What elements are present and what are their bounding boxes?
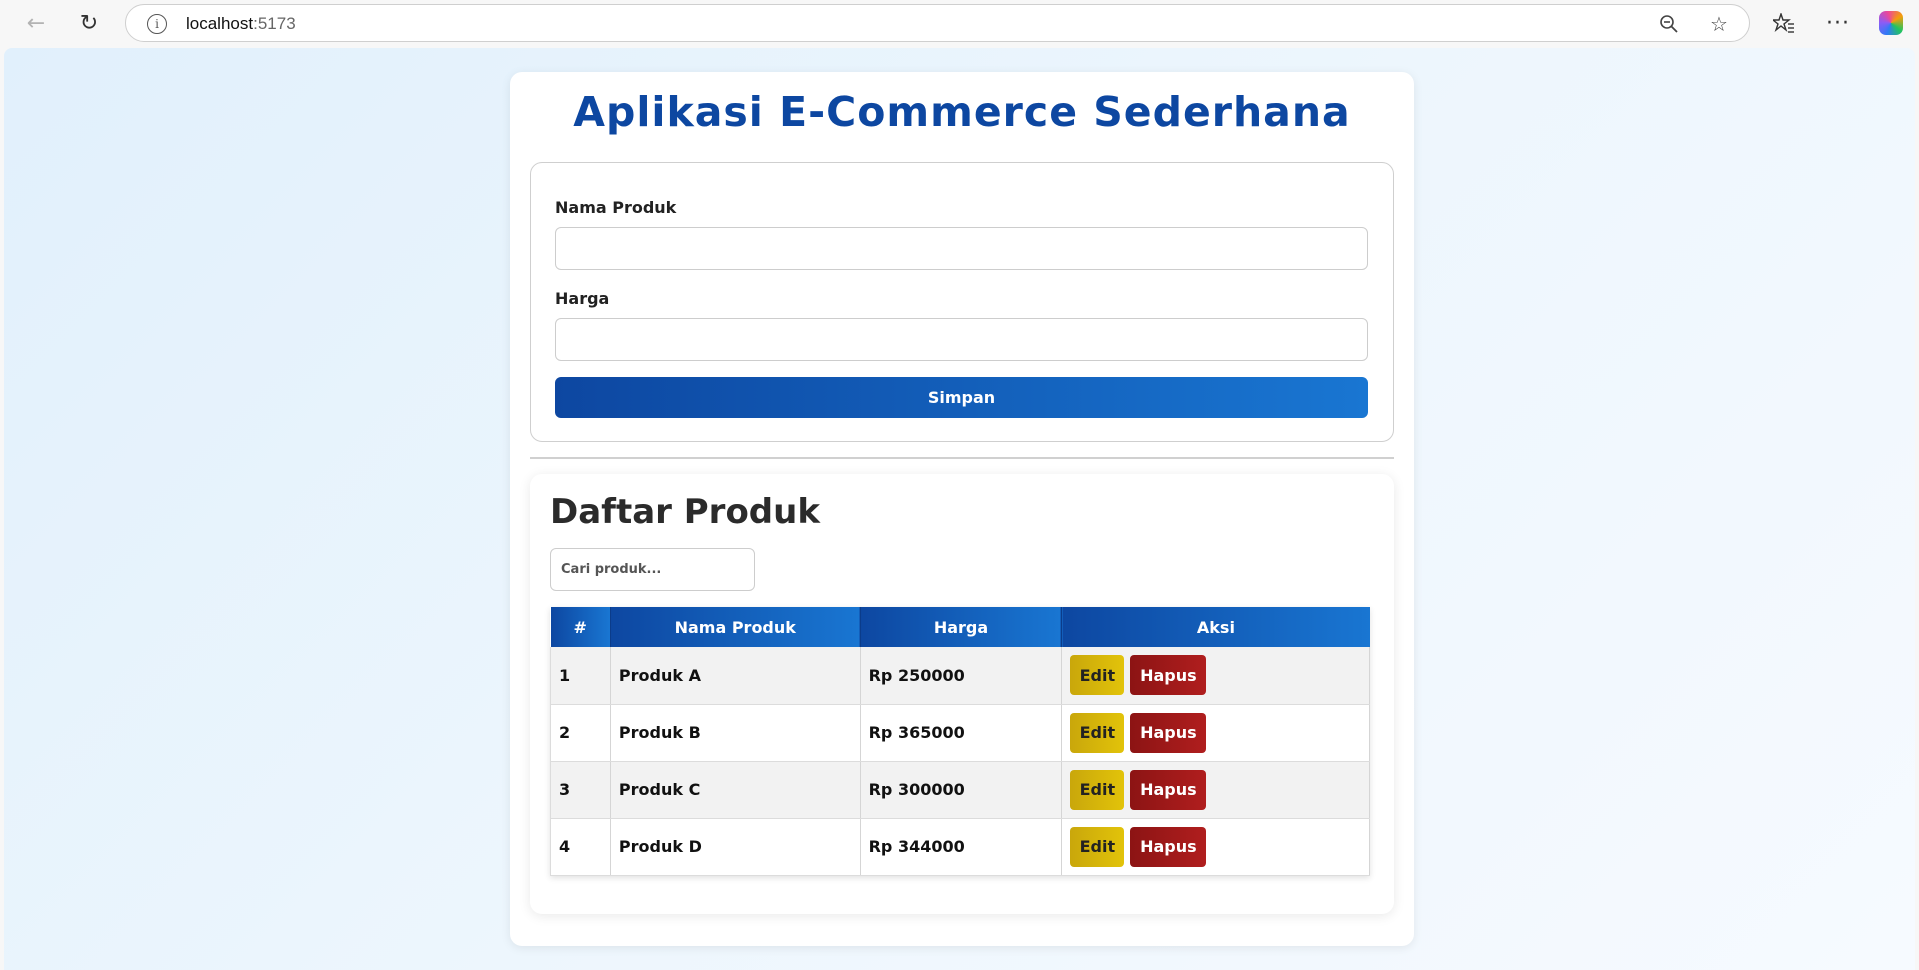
cell-number: 1 — [550, 647, 611, 705]
cell-actions: Edit Hapus — [1061, 818, 1370, 876]
table-header-row: # Nama Produk Harga Aksi — [550, 607, 1370, 647]
column-header-actions: Aksi — [1061, 607, 1370, 647]
reload-icon: ↻ — [79, 10, 99, 36]
price-label: Harga — [555, 289, 610, 308]
arrow-left-icon: ← — [26, 10, 46, 36]
page-viewport: Aplikasi E-Commerce Sederhana Nama Produ… — [4, 48, 1915, 970]
cell-name: Produk C — [610, 761, 861, 819]
delete-button[interactable]: Hapus — [1130, 769, 1207, 810]
favorites-icon[interactable] — [1768, 7, 1800, 39]
table-row: 3 Produk C Rp 300000 Edit Hapus — [550, 761, 1370, 819]
table-row: 4 Produk D Rp 344000 Edit Hapus — [550, 818, 1370, 876]
cell-actions: Edit Hapus — [1061, 704, 1370, 762]
delete-button[interactable]: Hapus — [1130, 826, 1207, 867]
reload-button[interactable]: ↻ — [73, 7, 105, 39]
cell-name: Produk B — [610, 704, 861, 762]
edit-button[interactable]: Edit — [1070, 655, 1125, 696]
table-row: 1 Produk A Rp 250000 Edit Hapus — [550, 647, 1370, 705]
edit-button[interactable]: Edit — [1070, 826, 1125, 867]
cell-actions: Edit Hapus — [1061, 761, 1370, 819]
cell-price: Rp 250000 — [860, 647, 1063, 705]
delete-button[interactable]: Hapus — [1130, 655, 1207, 696]
cell-number: 2 — [550, 704, 611, 762]
page-title: Aplikasi E-Commerce Sederhana — [573, 88, 1351, 136]
divider — [530, 457, 1394, 459]
url-host: localhost — [186, 14, 254, 33]
column-header-name: Nama Produk — [610, 607, 861, 647]
search-input[interactable] — [550, 548, 755, 591]
more-icon[interactable]: ··· — [1822, 7, 1854, 39]
cell-price: Rp 344000 — [860, 818, 1063, 876]
name-input[interactable] — [555, 227, 1368, 270]
cell-name: Produk A — [610, 647, 861, 705]
copilot-logo — [1879, 11, 1903, 35]
column-header-number: # — [550, 607, 611, 647]
url-port: :5173 — [253, 14, 296, 33]
info-icon[interactable]: i — [147, 14, 167, 34]
browser-toolbar: ← ↻ i localhost:5173 ☆ ··· — [0, 0, 1919, 46]
cell-price: Rp 300000 — [860, 761, 1063, 819]
table-row: 2 Produk B Rp 365000 Edit Hapus — [550, 704, 1370, 762]
cell-actions: Edit Hapus — [1061, 647, 1370, 705]
cell-number: 4 — [550, 818, 611, 876]
name-label: Nama Produk — [555, 198, 677, 217]
cell-name: Produk D — [610, 818, 861, 876]
price-input[interactable] — [555, 318, 1368, 361]
zoom-out-icon[interactable] — [1656, 11, 1682, 37]
save-button[interactable]: Simpan — [555, 377, 1368, 418]
app-container: Aplikasi E-Commerce Sederhana Nama Produ… — [510, 72, 1414, 946]
column-header-price: Harga — [860, 607, 1063, 647]
cell-number: 3 — [550, 761, 611, 819]
address-bar[interactable]: i localhost:5173 ☆ — [125, 4, 1750, 42]
product-form: Nama Produk Harga Simpan — [530, 162, 1394, 442]
cell-price: Rp 365000 — [860, 704, 1063, 762]
product-list: Daftar Produk # Nama Produk Harga Aksi — [530, 474, 1394, 914]
edit-button[interactable]: Edit — [1070, 769, 1125, 810]
product-table: # Nama Produk Harga Aksi 1 Produk A Rp 2… — [550, 607, 1370, 876]
back-button[interactable]: ← — [20, 7, 52, 39]
list-title: Daftar Produk — [550, 492, 820, 532]
star-icon[interactable]: ☆ — [1706, 11, 1732, 37]
address-url[interactable]: localhost:5173 — [186, 14, 296, 34]
delete-button[interactable]: Hapus — [1130, 712, 1207, 753]
edit-button[interactable]: Edit — [1070, 712, 1125, 753]
copilot-icon[interactable] — [1875, 7, 1907, 39]
